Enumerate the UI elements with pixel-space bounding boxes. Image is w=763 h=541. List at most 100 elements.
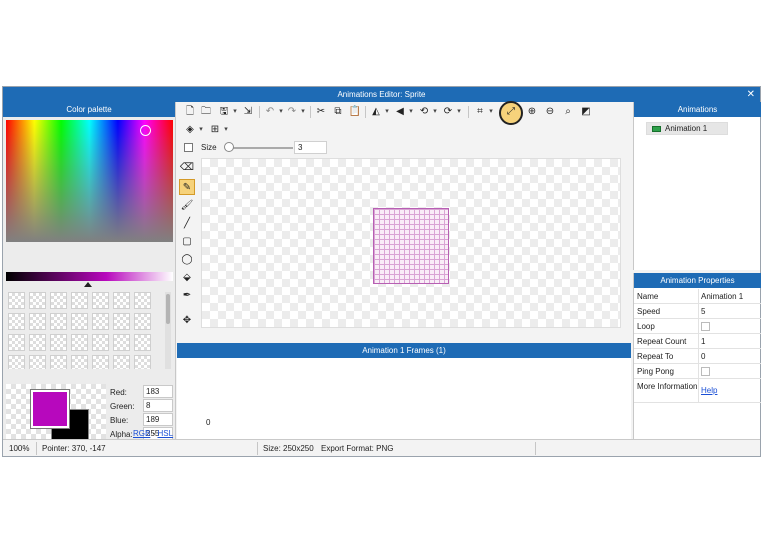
export-icon[interactable]: ⇲ bbox=[241, 105, 255, 119]
open-folder-icon[interactable]: 🗀 bbox=[199, 105, 213, 119]
actual-size-icon[interactable]: ◩ bbox=[579, 105, 593, 119]
redo-icon[interactable]: ↷ bbox=[285, 105, 299, 119]
luminance-slider[interactable] bbox=[6, 272, 173, 281]
rotate-left-icon[interactable]: ⟲ bbox=[417, 105, 431, 119]
crop-icon[interactable]: ⌗ bbox=[473, 105, 487, 119]
zoom-fit-icon[interactable]: ⌕ bbox=[561, 105, 575, 119]
repeat-count-value[interactable]: 1 bbox=[701, 337, 705, 346]
move-icon[interactable]: ✥ bbox=[179, 313, 195, 329]
rectangle-icon[interactable]: ▢ bbox=[179, 234, 195, 250]
copy-icon[interactable]: ⧉ bbox=[331, 105, 345, 119]
line-icon[interactable]: ╱ bbox=[179, 216, 195, 232]
swatch[interactable] bbox=[29, 334, 46, 351]
swatch[interactable] bbox=[50, 313, 67, 330]
eraser-icon[interactable]: ⌫ bbox=[179, 160, 195, 176]
resize-icon[interactable]: ⤢ bbox=[504, 105, 518, 119]
swatch[interactable] bbox=[71, 292, 88, 309]
zoom-in-icon[interactable]: ⊕ bbox=[525, 105, 539, 119]
swatch[interactable] bbox=[134, 334, 151, 351]
primary-color-swatch[interactable] bbox=[30, 389, 70, 429]
scrollbar-thumb[interactable] bbox=[166, 294, 170, 324]
swatch[interactable] bbox=[134, 313, 151, 330]
chevron-down-icon[interactable]: ▾ bbox=[432, 105, 438, 119]
color-mode-links: RGB - HSL bbox=[133, 429, 173, 438]
animation-list-item[interactable]: Animation 1 bbox=[646, 122, 728, 135]
swatch[interactable] bbox=[134, 355, 151, 369]
property-row-repeat-to: Repeat To 0 bbox=[634, 349, 761, 364]
swatch[interactable] bbox=[29, 313, 46, 330]
swatch[interactable] bbox=[29, 292, 46, 309]
drawing-canvas[interactable] bbox=[201, 158, 621, 328]
green-input[interactable]: 8 bbox=[143, 399, 173, 412]
name-value[interactable]: Animation 1 bbox=[701, 292, 743, 301]
color-picker-handle[interactable] bbox=[140, 125, 151, 136]
swatch[interactable] bbox=[50, 292, 67, 309]
save-icon[interactable]: 🖫 bbox=[217, 105, 231, 119]
rgb-link[interactable]: RGB bbox=[133, 429, 150, 438]
size-slider[interactable] bbox=[225, 147, 293, 149]
chevron-down-icon[interactable]: ▾ bbox=[232, 105, 238, 119]
zoom-out-icon[interactable]: ⊖ bbox=[543, 105, 557, 119]
repeat-to-value[interactable]: 0 bbox=[701, 352, 705, 361]
swatch[interactable] bbox=[8, 313, 25, 330]
red-input[interactable]: 183 bbox=[143, 385, 173, 398]
undo-icon[interactable]: ↶ bbox=[263, 105, 277, 119]
loop-checkbox[interactable] bbox=[701, 322, 710, 331]
swatch[interactable] bbox=[113, 334, 130, 351]
chevron-down-icon[interactable]: ▾ bbox=[408, 105, 414, 119]
swatch[interactable] bbox=[113, 355, 130, 369]
swatch[interactable] bbox=[8, 292, 25, 309]
chevron-down-icon[interactable]: ▾ bbox=[223, 123, 229, 137]
blue-input[interactable]: 189 bbox=[143, 413, 173, 426]
swatch[interactable] bbox=[71, 334, 88, 351]
swatch[interactable] bbox=[113, 313, 130, 330]
swatch-scrollbar[interactable] bbox=[165, 292, 171, 369]
size-input[interactable]: 3 bbox=[294, 141, 327, 154]
size-slider-handle[interactable] bbox=[224, 142, 234, 152]
swatch[interactable] bbox=[92, 292, 109, 309]
brush-icon[interactable]: 🖌 bbox=[179, 198, 195, 214]
swatch[interactable] bbox=[92, 313, 109, 330]
swatch[interactable] bbox=[71, 313, 88, 330]
swatch[interactable] bbox=[50, 355, 67, 369]
new-file-icon[interactable]: 🗋 bbox=[183, 105, 197, 119]
swatch[interactable] bbox=[8, 334, 25, 351]
swatch[interactable] bbox=[113, 292, 130, 309]
size-checkbox[interactable] bbox=[184, 143, 193, 152]
chevron-down-icon[interactable]: ▾ bbox=[488, 105, 494, 119]
cut-icon[interactable]: ✂ bbox=[314, 105, 328, 119]
layers-icon[interactable]: ◈ bbox=[183, 123, 197, 137]
help-link[interactable]: Help bbox=[701, 386, 717, 395]
chevron-down-icon[interactable]: ▾ bbox=[278, 105, 284, 119]
eyedropper-icon[interactable]: ✒ bbox=[179, 288, 195, 304]
swatch[interactable] bbox=[71, 355, 88, 369]
luminance-slider-handle[interactable] bbox=[84, 282, 92, 287]
close-icon[interactable]: ✕ bbox=[747, 87, 755, 102]
hsl-link[interactable]: HSL bbox=[157, 429, 173, 438]
swatch[interactable] bbox=[8, 355, 25, 369]
ellipse-icon[interactable]: ◯ bbox=[179, 252, 195, 268]
fill-bucket-icon[interactable]: ⬙ bbox=[179, 270, 195, 286]
chevron-down-icon[interactable]: ▾ bbox=[300, 105, 306, 119]
swatch[interactable] bbox=[29, 355, 46, 369]
chevron-down-icon[interactable]: ▾ bbox=[384, 105, 390, 119]
flip-horizontal-icon[interactable]: ◭ bbox=[369, 105, 383, 119]
swatch[interactable] bbox=[92, 334, 109, 351]
paste-icon[interactable]: 📋 bbox=[348, 105, 362, 119]
swatch[interactable] bbox=[92, 355, 109, 369]
swatch[interactable] bbox=[50, 334, 67, 351]
property-row-name: Name Animation 1 bbox=[634, 289, 761, 304]
swatch-grid bbox=[8, 292, 158, 369]
export-format: Export Format: PNG bbox=[321, 444, 394, 453]
color-spectrum[interactable] bbox=[6, 120, 173, 242]
chevron-down-icon[interactable]: ▾ bbox=[198, 123, 204, 137]
swatch[interactable] bbox=[134, 292, 151, 309]
grid-icon[interactable]: ⊞ bbox=[208, 123, 222, 137]
chevron-down-icon[interactable]: ▾ bbox=[456, 105, 462, 119]
ping-pong-checkbox[interactable] bbox=[701, 367, 710, 376]
flip-vertical-icon[interactable]: ◀ bbox=[393, 105, 407, 119]
sprite-frame[interactable] bbox=[373, 208, 449, 284]
speed-value[interactable]: 5 bbox=[701, 307, 705, 316]
rotate-right-icon[interactable]: ⟳ bbox=[441, 105, 455, 119]
pencil-icon[interactable]: ✎ bbox=[179, 179, 195, 195]
